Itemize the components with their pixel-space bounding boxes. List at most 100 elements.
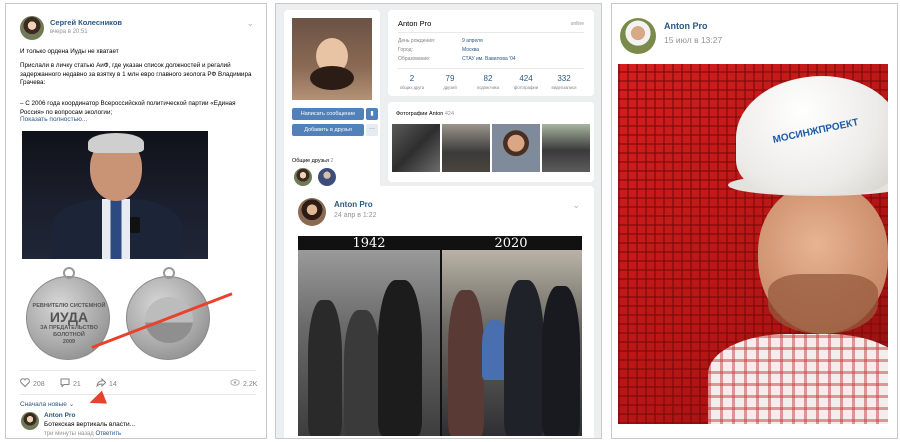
photo-figure — [708, 334, 888, 424]
medal-ring — [163, 267, 175, 279]
comment-author[interactable]: Anton Pro — [44, 412, 75, 419]
divider — [20, 370, 256, 371]
modern-photo-half — [442, 250, 582, 436]
post-time[interactable]: 15 июл в 13:27 — [664, 35, 722, 45]
comment-icon — [60, 378, 70, 387]
stat-videos[interactable]: 332 видеозаписи — [546, 74, 582, 90]
post-time[interactable]: 24 апр в 1:22 — [334, 212, 377, 219]
like-count: 208 — [33, 381, 45, 388]
photo-figure — [448, 290, 484, 436]
photos-card: Фотографии Anton 424 — [388, 102, 594, 182]
comment-meta: три минуты назад Ответить — [44, 431, 121, 437]
post-photo-politician[interactable] — [22, 131, 208, 259]
medal-text-bottom: ЗА ПРЕДАТЕЛЬСТВО БОЛОТНОЙ — [40, 325, 98, 338]
stat-number: 79 — [445, 74, 455, 83]
info-label: День рождения: — [398, 38, 436, 44]
post-time[interactable]: вчера в 20:51 — [50, 29, 88, 35]
profile-name: Anton Pro — [398, 19, 432, 28]
comment-time[interactable]: три минуты назад — [44, 431, 94, 437]
friend-avatar[interactable] — [318, 168, 336, 186]
medal-image-front[interactable]: РЕВНИТЕЛЮ СИСТЕМНОЙ ИУДА ЗА ПРЕДАТЕЛЬСТВ… — [26, 267, 111, 361]
photo-thumbnail[interactable] — [542, 124, 590, 172]
friend-avatar[interactable] — [294, 168, 312, 186]
author-name[interactable]: Anton Pro — [664, 21, 708, 31]
profile-panel-middle: Написать сообщение ▮ Добавить в друзья ·… — [275, 3, 602, 439]
post-panel-right: Anton Pro 15 июл в 13:27 МОСИНЖПРОЕКТ — [611, 3, 898, 439]
author-avatar[interactable] — [20, 16, 44, 40]
stat-followers[interactable]: 82 подписчика — [470, 74, 506, 90]
photo-figure — [344, 310, 380, 436]
post-text-line: И только ордена Иуды не хватает — [20, 48, 119, 55]
medal-inscription: РЕВНИТЕЛЮ СИСТЕМНОЙ ИУДА ЗА ПРЕДАТЕЛЬСТВ… — [27, 277, 111, 361]
photos-label: Фотографии Anton — [396, 111, 444, 117]
comment-text: Ботекская вертикаль власти... — [44, 421, 135, 428]
comment-avatar[interactable] — [21, 412, 39, 430]
mutual-friends-label: Общие друзья — [292, 158, 329, 164]
divider — [398, 32, 584, 33]
selfie-photo[interactable]: МОСИНЖПРОЕКТ — [618, 64, 888, 424]
eye-icon — [230, 379, 240, 386]
stat-number: 424 — [519, 74, 533, 83]
photo-thumbnail[interactable] — [492, 124, 540, 172]
photo-figure — [310, 66, 354, 90]
info-value[interactable]: СТАУ им. Вавилова '04 — [462, 56, 516, 62]
share-button[interactable]: 14 — [96, 378, 117, 388]
photo-thumbnail[interactable] — [442, 124, 490, 172]
chevron-down-icon[interactable]: ⌄ — [246, 18, 254, 29]
historic-photo-half — [298, 250, 440, 436]
photos-title[interactable]: Фотографии Anton 424 — [396, 111, 454, 117]
profile-photo[interactable] — [292, 18, 372, 100]
medal-text-big: ИУДА — [49, 309, 89, 325]
author-avatar[interactable] — [620, 18, 656, 54]
views-counter: 2.2K — [230, 378, 257, 388]
send-message-button[interactable]: Написать сообщение — [292, 108, 364, 120]
gift-icon[interactable]: ▮ — [366, 108, 378, 120]
comment-reply-link[interactable]: Ответить — [95, 431, 121, 437]
post-author-avatar[interactable] — [298, 198, 326, 226]
show-more-link[interactable]: Показать полностью... — [20, 116, 87, 123]
author-name[interactable]: Сергей Колесников — [50, 18, 122, 27]
photo-figure — [378, 280, 422, 436]
info-value[interactable]: Москва — [462, 47, 479, 53]
profile-avatar-card: Написать сообщение ▮ Добавить в друзья ·… — [284, 10, 380, 190]
year-label-right: 2020 — [494, 236, 528, 251]
photo-thumbnail[interactable] — [392, 124, 440, 172]
online-status: online — [570, 21, 584, 27]
post-actions: 208 21 14 2.2K — [20, 376, 260, 390]
medal-relief — [145, 297, 193, 343]
photo-figure — [308, 300, 342, 436]
post-panel-left: Сергей Колесников вчера в 20:51 ⌄ И толь… — [5, 3, 267, 439]
info-label: Образование: — [398, 56, 431, 62]
stat-mutual-friends[interactable]: 2 общих друга — [394, 74, 430, 90]
mutual-friends-title[interactable]: Общие друзья 2 — [292, 158, 334, 164]
stat-number: 82 — [483, 74, 493, 83]
like-button[interactable]: 208 — [20, 378, 45, 388]
add-friend-button[interactable]: Добавить в друзья — [292, 124, 364, 136]
more-actions-button[interactable]: ··· — [366, 124, 378, 136]
post-text-paragraph: – С 2006 года координатор Всероссийской … — [20, 100, 236, 116]
info-label: Город: — [398, 47, 413, 53]
microphone-icon — [130, 217, 140, 233]
info-value[interactable]: 9 апреля — [462, 38, 483, 44]
wall-post-card: Anton Pro 24 апр в 1:22 ⌄ 1942 2020 — [284, 186, 594, 438]
stat-label: общих друга — [399, 85, 425, 90]
views-count: 2.2K — [243, 381, 258, 388]
comparison-photo[interactable]: 1942 2020 — [298, 236, 582, 436]
photo-figure — [88, 133, 144, 153]
sort-comments-dropdown[interactable]: Сначала новые ⌄ — [20, 400, 74, 408]
photos-count: 424 — [444, 111, 455, 117]
comment-count: 21 — [73, 381, 81, 388]
stat-label: видеозаписи — [551, 85, 577, 90]
stat-photos[interactable]: 424 фотографии — [508, 74, 544, 90]
stat-friends[interactable]: 79 друзей — [432, 74, 468, 90]
photo-figure — [768, 274, 878, 334]
post-author-name[interactable]: Anton Pro — [334, 200, 373, 209]
chevron-down-icon[interactable]: ⌄ — [572, 200, 580, 211]
heart-icon — [20, 378, 30, 387]
share-icon — [96, 378, 106, 387]
comment-button[interactable]: 21 — [60, 378, 81, 388]
divider — [398, 68, 584, 69]
stat-label: друзей — [443, 85, 457, 90]
photo-figure — [542, 286, 580, 436]
mutual-friends-count: 2 — [330, 158, 334, 164]
